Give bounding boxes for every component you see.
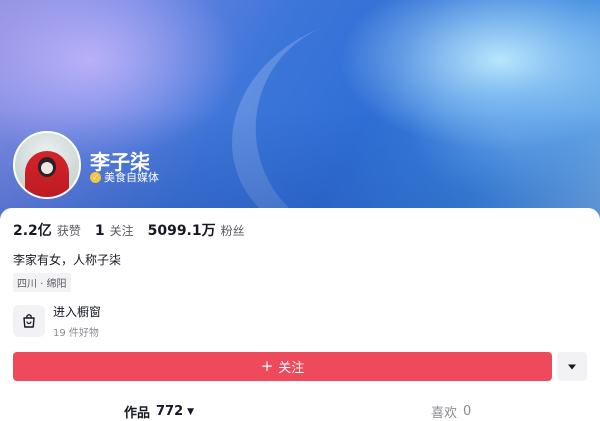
verify-badge: ✓ 美食自媒体 [90,169,159,185]
more-options-button[interactable] [557,352,587,381]
shopping-bag-icon [13,305,45,337]
follow-label: 关注 [278,361,305,376]
avatar-face-highlight [41,162,53,174]
verify-label: 美食自媒体 [104,171,159,184]
shop-title: 进入橱窗 [53,305,102,319]
verified-badge-icon: ✓ [90,171,101,183]
tab-works-label: 作品 [124,406,151,421]
plus-icon: + [260,357,274,375]
tab-works-count: 772 [156,404,184,419]
tab-likes-count: 0 [463,404,472,419]
profile-bio: 李家有女，人称子柒 [13,253,122,267]
stat-value: 5099.1万 [147,223,216,239]
avatar[interactable] [13,131,81,199]
shopping-bag-icon-svg [23,314,35,328]
stat-label: 关注 [109,224,134,238]
chevron-down-icon [568,364,576,369]
tab-likes-label: 喜欢 [431,406,458,421]
stat-following[interactable]: 1 关注 [95,222,134,239]
follow-button[interactable]: + 关注 [13,352,552,381]
location-tag: 四川 · 绵阳 [13,273,71,292]
profile-stats: 2.2亿 获赞 1 关注 5099.1万 粉丝 [13,220,259,240]
shop-window-entry[interactable]: 进入橱窗 19 件好物 [13,303,101,339]
stat-value: 1 [94,223,105,239]
profile-banner [0,0,600,225]
caret-down-icon: ▼ [187,406,195,417]
stat-label: 获赞 [56,224,81,238]
tab-likes[interactable]: 喜欢 0 [431,402,471,421]
shop-subtitle: 19 件好物 [53,328,99,339]
stat-followers[interactable]: 5099.1万 粉丝 [148,220,245,240]
stat-value: 2.2亿 [13,223,52,239]
tab-works[interactable]: 作品 772 ▼ [124,402,194,421]
stat-likes[interactable]: 2.2亿 获赞 [13,220,81,240]
shop-text: 进入橱窗 19 件好物 [53,303,101,339]
stat-label: 粉丝 [220,224,245,238]
